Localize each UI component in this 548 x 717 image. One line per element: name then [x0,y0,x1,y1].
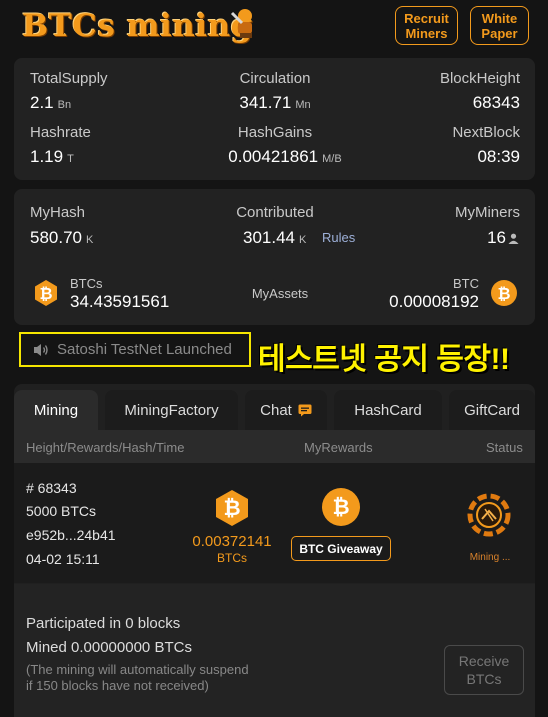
block-rewards: 5000 BTCs [26,503,97,519]
reward-unit: BTCs [217,551,247,565]
total-supply-label: TotalSupply [30,70,108,87]
next-block-label: NextBlock [452,124,520,141]
btcs-reward-coin-icon: ₿ [216,490,248,526]
person-icon [508,233,519,244]
tab-mining-factory[interactable]: MiningFactory [105,390,238,430]
block-time: 04-02 15:11 [26,551,100,567]
tab-chat[interactable]: Chat [245,390,327,430]
app-header: BTCs mining Recruit Miners White Paper [0,0,548,52]
svg-text:₿: ₿ [223,496,240,520]
speaker-icon [34,343,48,356]
mining-status-gear-icon [467,493,511,537]
tab-hash-card[interactable]: HashCard [334,390,442,430]
hash-gains-value: 0.00421861 M/B [228,147,342,166]
block-hash: e952b...24b41 [26,527,116,543]
contributed-label: Contributed [236,204,314,221]
app-logo: BTCs mining [22,8,253,44]
column-status: Status [486,440,523,455]
svg-text:₿: ₿ [39,284,52,303]
chat-bubble-icon [298,404,312,416]
column-my-rewards: MyRewards [304,440,373,455]
tab-mining[interactable]: Mining [14,390,98,430]
hash-gains-label: HashGains [237,124,313,141]
my-miners-label: MyMiners [454,204,520,221]
receive-btcs-button[interactable]: Receive BTCs [444,645,524,695]
btc-label: BTC [453,276,479,291]
white-paper-button[interactable]: White Paper [470,6,529,45]
mining-status-label: Mining ... [469,552,511,563]
svg-text:₿: ₿ [332,495,349,519]
tab-gift-card[interactable]: GiftCard [449,390,535,430]
btc-balance: 0.00008192 [389,292,479,311]
my-hash-label: MyHash [30,204,86,221]
block-height: # 68343 [26,480,77,496]
column-height-rewards: Height/Rewards/Hash/Time [26,440,185,455]
total-supply-value: 2.1 Bn [30,93,72,112]
participated-text: Participated in 0 blocks [26,615,181,632]
suspend-note-line1: (The mining will automatically suspend [26,662,249,677]
tab-mining-label: Mining [33,401,79,419]
circulation-value: 341.71 Mn [239,93,311,112]
svg-text:₿: ₿ [497,284,510,303]
tab-hash-card-label: HashCard [354,401,422,419]
recruit-miners-button[interactable]: Recruit Miners [395,6,458,45]
my-miners-value: 16 [487,228,506,247]
reward-value: 0.00372141 [192,533,272,550]
my-hash-value: 580.70 K [30,228,94,247]
tab-mining-factory-label: MiningFactory [124,401,219,419]
contributed-value: 301.44 K [243,228,307,247]
btcs-balance: 34.43591561 [70,292,170,311]
table-header: Height/Rewards/Hash/Time MyRewards Statu… [14,430,535,463]
next-block-value: 08:39 [477,147,520,166]
announcement-ticker[interactable]: Satoshi TestNet Launched [19,332,251,367]
hashrate-label: Hashrate [30,124,91,141]
miner-mascot-icon [230,9,252,38]
block-height-value: 68343 [472,93,520,112]
announcement-text: Satoshi TestNet Launched [57,341,232,358]
circulation-label: Circulation [239,70,311,87]
mined-text: Mined 0.00000000 BTCs [26,639,192,656]
suspend-note-line2: if 150 blocks have not received) [26,678,209,693]
tab-gift-card-label: GiftCard [464,401,520,419]
btcs-coin-icon: ₿ [35,280,57,306]
btc-giveaway-coin-icon: ₿ [322,488,360,526]
block-height-label: BlockHeight [439,70,520,87]
btc-giveaway-button[interactable]: BTC Giveaway [291,536,391,561]
btcs-label: BTCs [70,276,103,291]
overlay-caption: 테스트넷 공지 등장!! [258,343,510,376]
btc-coin-icon: ₿ [491,280,517,306]
my-assets-label: MyAssets [251,286,309,301]
hashrate-value: 1.19 T [30,147,74,166]
rules-link[interactable]: Rules [322,230,355,245]
tab-chat-label: Chat [260,401,292,419]
